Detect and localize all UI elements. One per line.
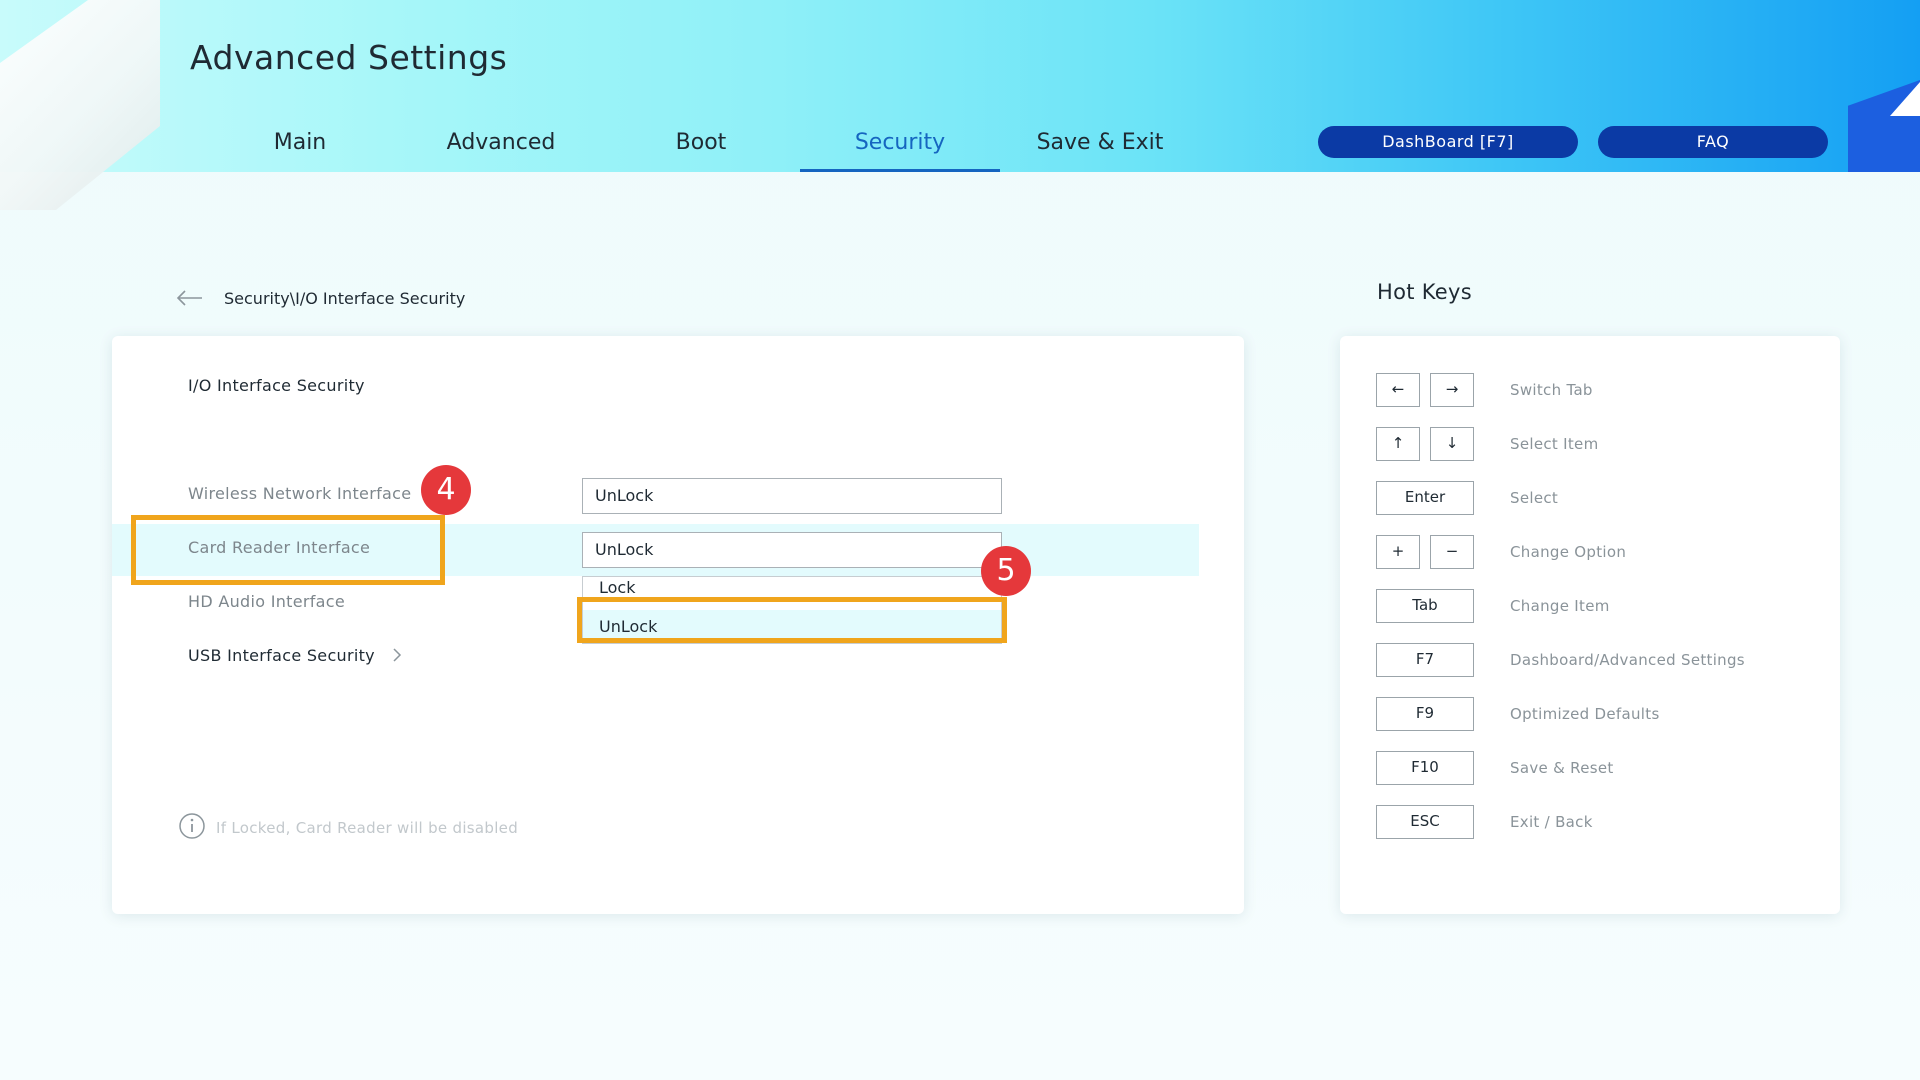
hd-audio-interface-label[interactable]: HD Audio Interface — [188, 592, 345, 611]
hotkey-desc: Select — [1510, 489, 1559, 507]
annotation-box-unlock-option — [577, 597, 1007, 643]
hotkeys-panel: ← → Switch Tab ↑ ↓ Select Item Enter Sel… — [1340, 336, 1840, 914]
hotkey-desc: Switch Tab — [1510, 381, 1593, 399]
tab-boot[interactable]: Boot — [636, 120, 766, 172]
section-title: I/O Interface Security — [188, 376, 365, 395]
breadcrumb-path: Security\I/O Interface Security — [224, 288, 466, 308]
hotkey-f10: F10 — [1376, 751, 1474, 785]
hotkey-tab: Tab — [1376, 589, 1474, 623]
annotation-box-card-reader — [131, 515, 445, 585]
hotkey-desc: Change Option — [1510, 543, 1627, 561]
hotkey-desc: Optimized Defaults — [1510, 705, 1660, 723]
breadcrumb: Security\I/O Interface Security — [176, 282, 465, 314]
page-title: Advanced Settings — [190, 38, 508, 77]
hotkey-enter: Enter — [1376, 481, 1474, 515]
hotkey-desc: Exit / Back — [1510, 813, 1593, 831]
dashboard-button[interactable]: DashBoard [F7] — [1318, 126, 1578, 158]
info-text: If Locked, Card Reader will be disabled — [216, 819, 519, 837]
info-icon — [178, 812, 206, 844]
hotkey-desc: Change Item — [1510, 597, 1610, 615]
card-reader-interface-select[interactable]: UnLock — [582, 532, 1002, 568]
hotkeys-title: Hot Keys — [1377, 280, 1472, 304]
chevron-right-icon — [392, 647, 402, 667]
hotkey-desc: Select Item — [1510, 435, 1599, 453]
hotkey-up-arrow: ↑ — [1376, 427, 1420, 461]
faq-button[interactable]: FAQ — [1598, 126, 1828, 158]
hotkey-plus: + — [1376, 535, 1420, 569]
hotkey-right-arrow: → — [1430, 373, 1474, 407]
hotkey-esc: ESC — [1376, 805, 1474, 839]
wireless-network-interface-select[interactable]: UnLock — [582, 478, 1002, 514]
annotation-badge-5: 5 — [981, 546, 1031, 596]
hotkey-f9: F9 — [1376, 697, 1474, 731]
bios-advanced-settings-page: Advanced Settings Main Advanced Boot Sec… — [0, 0, 1920, 1080]
info-note: If Locked, Card Reader will be disabled — [178, 812, 518, 844]
tab-security[interactable]: Security — [800, 120, 1000, 172]
annotation-badge-4: 4 — [421, 465, 471, 515]
hotkey-f7: F7 — [1376, 643, 1474, 677]
hotkey-desc: Dashboard/Advanced Settings — [1510, 651, 1745, 669]
hotkey-left-arrow: ← — [1376, 373, 1420, 407]
tab-save-exit[interactable]: Save & Exit — [1010, 120, 1190, 172]
tab-main[interactable]: Main — [230, 120, 370, 172]
usb-interface-security-label: USB Interface Security — [188, 646, 375, 665]
hotkey-minus: − — [1430, 535, 1474, 569]
hotkey-down-arrow: ↓ — [1430, 427, 1474, 461]
back-arrow-icon[interactable] — [176, 282, 216, 314]
usb-interface-security-link[interactable]: USB Interface Security — [188, 646, 402, 667]
tab-advanced[interactable]: Advanced — [420, 120, 582, 172]
wireless-network-interface-label[interactable]: Wireless Network Interface — [188, 484, 411, 503]
hotkey-desc: Save & Reset — [1510, 759, 1614, 777]
